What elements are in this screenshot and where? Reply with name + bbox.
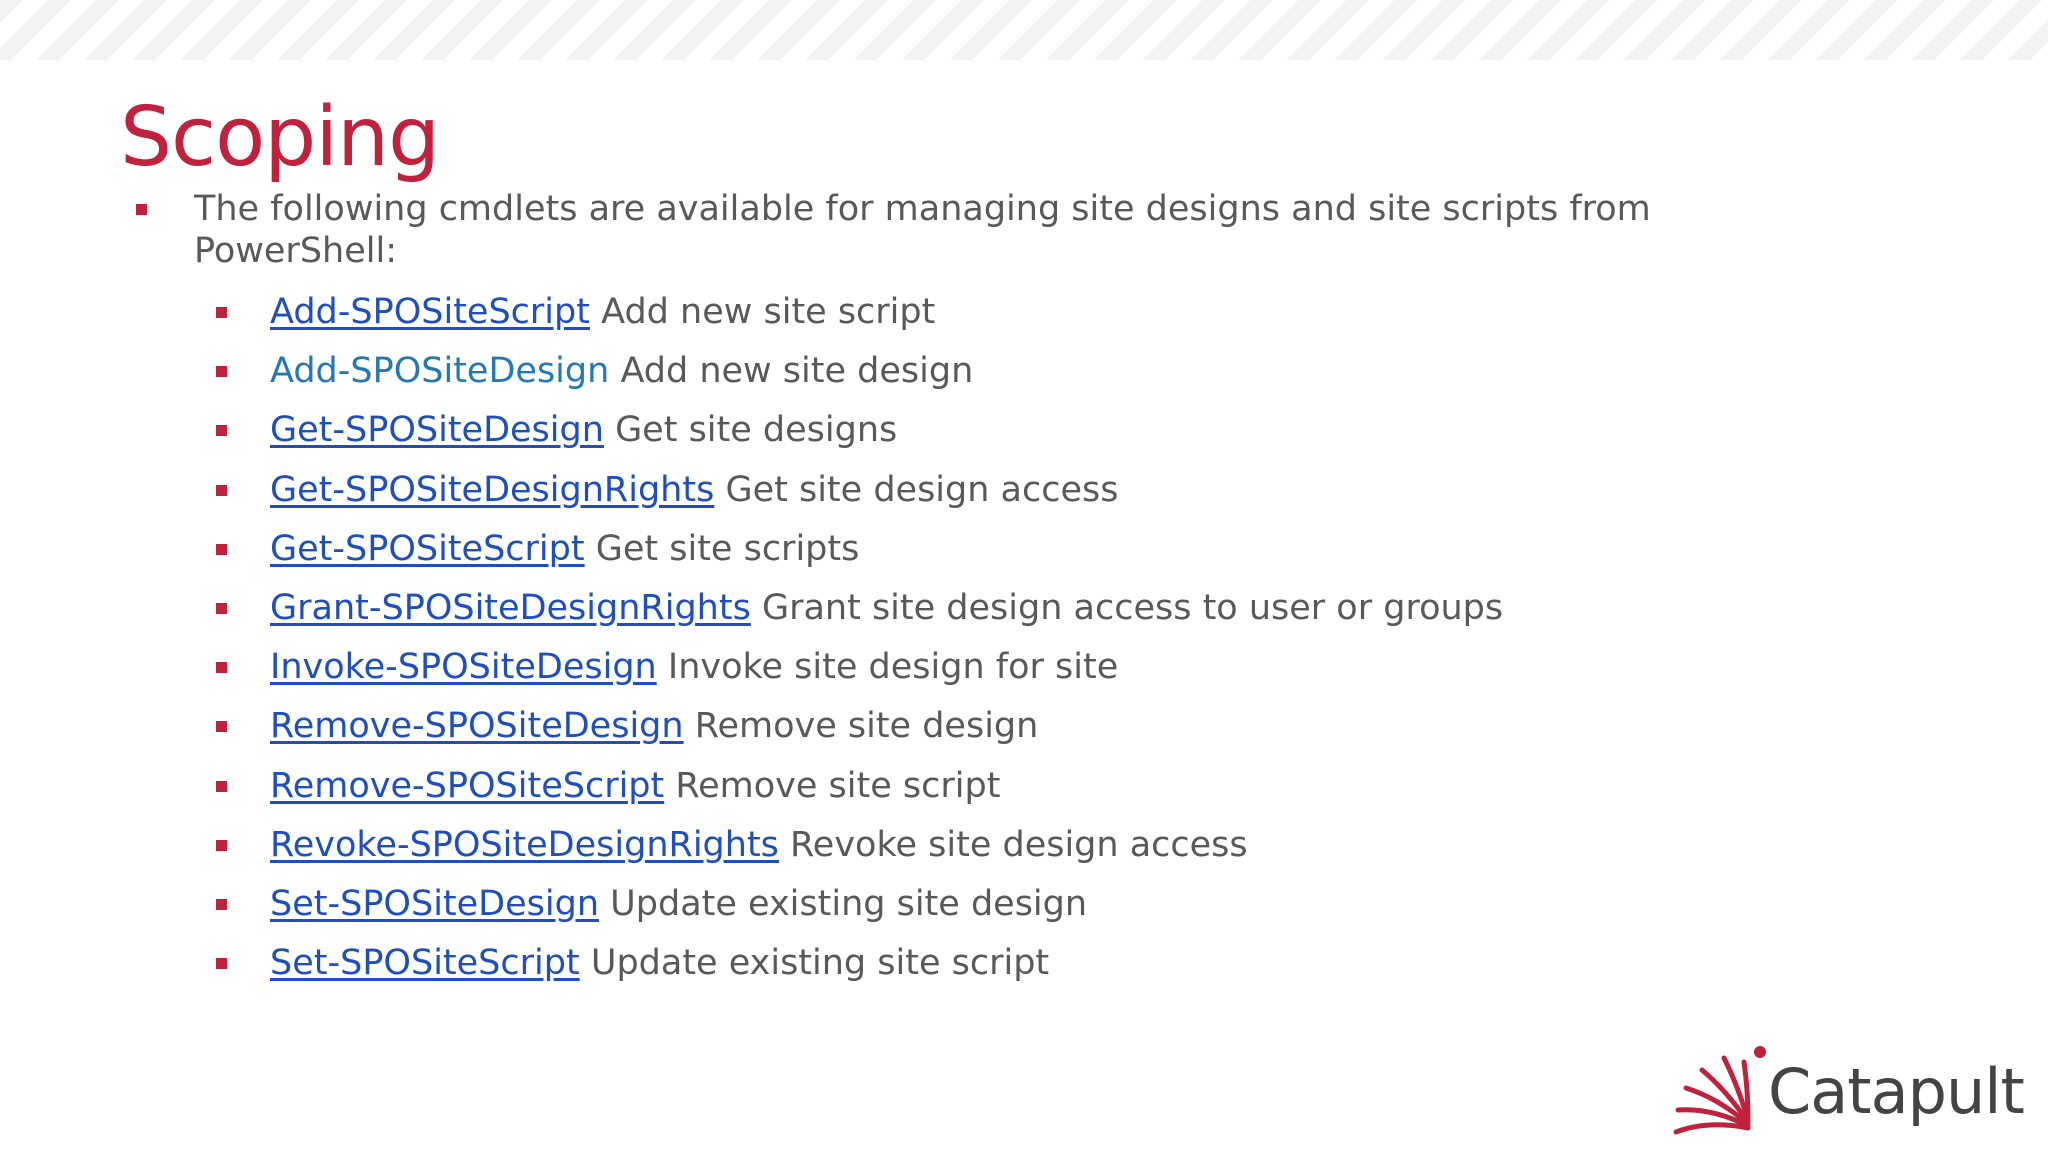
bullet-icon	[216, 484, 227, 496]
cmdlet-description: Invoke site design for site	[667, 647, 1119, 688]
cmdlet-item: Set-SPOSiteDesign Update existing site d…	[212, 876, 1503, 935]
cmdlet-name-add-spositedesign: Add-SPOSiteDesign	[270, 351, 610, 392]
cmdlet-link-remove-spositescript[interactable]: Remove-SPOSiteScript	[270, 766, 664, 806]
bullet-icon	[216, 721, 227, 733]
cmdlet-description: Remove site design	[694, 706, 1039, 747]
bullet-icon	[216, 425, 227, 437]
cmdlet-link-get-spositedesignrights[interactable]: Get-SPOSiteDesignRights	[270, 470, 714, 510]
cmdlet-item: Invoke-SPOSiteDesign Invoke site design …	[212, 639, 1503, 698]
cmdlet-description: Grant site design access to user or grou…	[761, 587, 1504, 628]
cmdlet-link-get-spositedesign[interactable]: Get-SPOSiteDesign	[270, 410, 604, 450]
bullet-icon	[216, 543, 227, 555]
cmdlet-description: Add new site script	[601, 292, 936, 332]
cmdlet-item: Set-SPOSiteScript Update existing site s…	[212, 935, 1503, 994]
cmdlet-item: Get-SPOSiteScript Get site scripts	[212, 521, 1503, 580]
slide: Scoping The following cmdlets are availa…	[0, 0, 2048, 1152]
cmdlet-item: Grant-SPOSiteDesignRights Grant site des…	[212, 580, 1503, 639]
cmdlet-description: Get site design access	[725, 469, 1119, 510]
cmdlet-description: Remove site script	[675, 765, 1001, 806]
cmdlet-description: Get site scripts	[595, 528, 860, 569]
bullet-icon	[216, 839, 227, 851]
bullet-icon	[216, 898, 227, 910]
bullet-icon	[216, 602, 227, 614]
cmdlet-item: Get-SPOSiteDesignRights Get site design …	[212, 462, 1503, 521]
cmdlet-description: Update existing site design	[610, 883, 1088, 924]
cmdlet-description: Get site designs	[615, 410, 898, 451]
cmdlet-item: Get-SPOSiteDesign Get site designs	[212, 402, 1503, 461]
cmdlet-link-remove-spositedesign[interactable]: Remove-SPOSiteDesign	[270, 706, 684, 746]
striped-header-band	[0, 0, 2048, 60]
cmdlet-description: Revoke site design access	[790, 824, 1248, 865]
bullet-icon	[216, 780, 227, 792]
cmdlet-link-set-spositescript[interactable]: Set-SPOSiteScript	[270, 943, 580, 983]
cmdlet-link-revoke-spositedesignrights[interactable]: Revoke-SPOSiteDesignRights	[270, 825, 779, 865]
cmdlet-item: Remove-SPOSiteDesign Remove site design	[212, 698, 1503, 757]
cmdlet-link-invoke-spositedesign[interactable]: Invoke-SPOSiteDesign	[270, 647, 657, 687]
slide-title: Scoping	[120, 90, 440, 185]
catapult-logo: Catapult	[1668, 1040, 2025, 1140]
cmdlet-link-add-spositescript[interactable]: Add-SPOSiteScript	[270, 292, 590, 332]
bullet-icon	[136, 204, 147, 215]
logo-text: Catapult	[1768, 1055, 2025, 1128]
cmdlet-link-get-spositescript[interactable]: Get-SPOSiteScript	[270, 529, 585, 569]
intro-paragraph: The following cmdlets are available for …	[132, 188, 1652, 272]
intro-text: The following cmdlets are available for …	[194, 189, 1651, 271]
cmdlet-list: Add-SPOSiteScript Add new site script Ad…	[212, 284, 1503, 994]
bullet-icon	[216, 307, 227, 318]
cmdlet-link-set-spositedesign[interactable]: Set-SPOSiteDesign	[270, 884, 599, 924]
cmdlet-description: Add new site design	[620, 351, 974, 392]
catapult-logo-icon	[1673, 1046, 1766, 1135]
cmdlet-item: Add-SPOSiteDesign Add new site design	[212, 343, 1503, 402]
cmdlet-item: Add-SPOSiteScript Add new site script	[212, 284, 1503, 343]
cmdlet-link-grant-spositedesignrights[interactable]: Grant-SPOSiteDesignRights	[270, 588, 751, 628]
bullet-icon	[216, 366, 227, 378]
bullet-icon	[216, 662, 227, 674]
bullet-icon	[216, 958, 227, 970]
cmdlet-item: Remove-SPOSiteScript Remove site script	[212, 758, 1503, 817]
cmdlet-item: Revoke-SPOSiteDesignRights Revoke site d…	[212, 817, 1503, 876]
cmdlet-description: Update existing site script	[590, 943, 1050, 984]
